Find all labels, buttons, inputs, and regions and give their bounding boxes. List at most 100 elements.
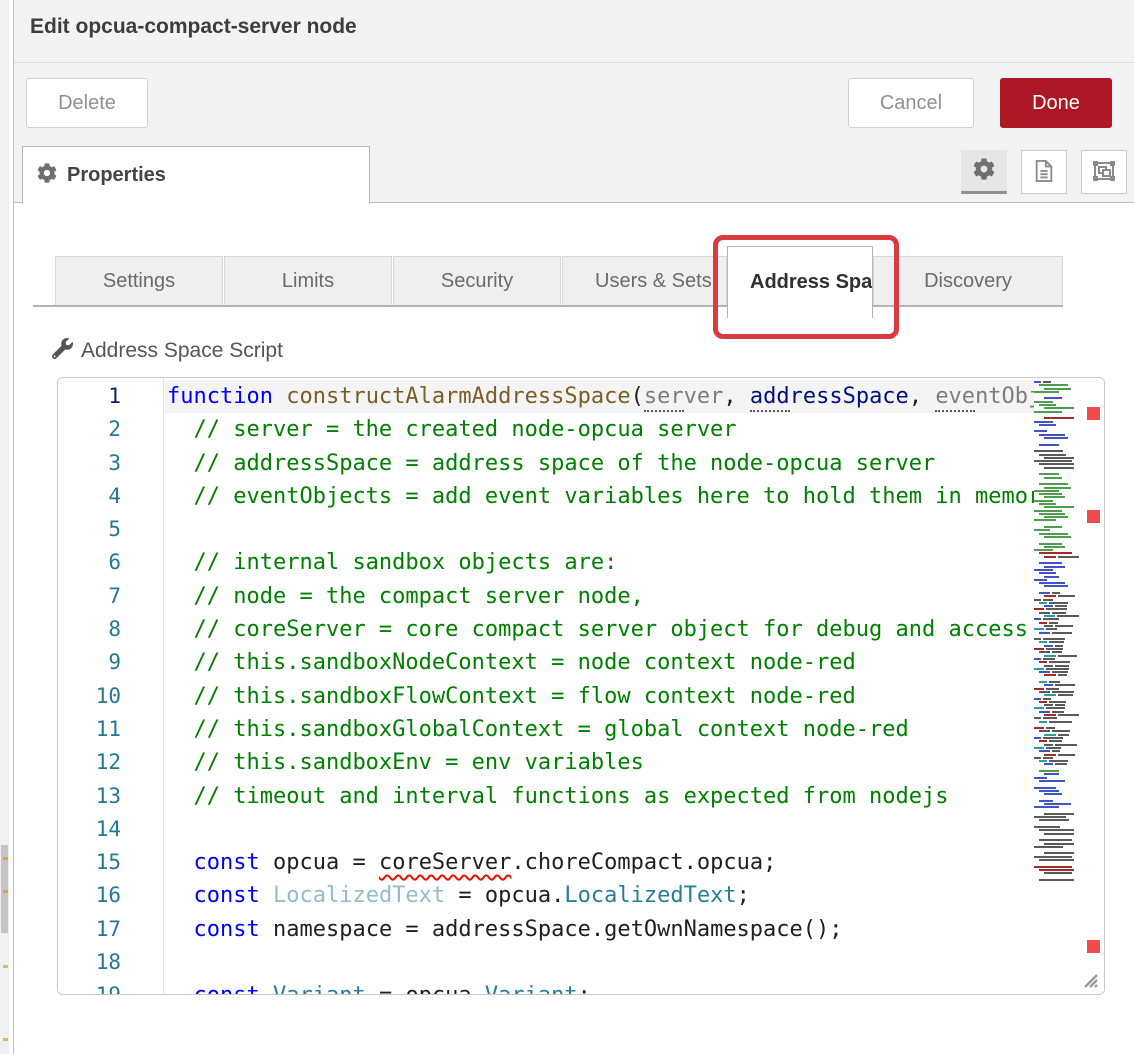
minimap-row bbox=[1034, 691, 1079, 693]
wrench-icon bbox=[52, 338, 73, 364]
gear-icon bbox=[973, 158, 995, 183]
overview-ruler[interactable] bbox=[1079, 378, 1104, 994]
minimap-row bbox=[1034, 846, 1079, 848]
appearance-icon-button[interactable] bbox=[1081, 150, 1127, 194]
minimap-row bbox=[1034, 529, 1079, 531]
description-icon-button[interactable] bbox=[1021, 150, 1067, 194]
minimap-row bbox=[1034, 833, 1079, 835]
minimap-row bbox=[1034, 688, 1079, 690]
minimap-row bbox=[1034, 450, 1079, 452]
minimap-row bbox=[1034, 704, 1079, 706]
code-line[interactable] bbox=[164, 813, 1034, 846]
code-line[interactable] bbox=[164, 946, 1034, 979]
code-line[interactable]: const Variant = opcua.Variant; bbox=[164, 979, 1034, 994]
minimap-row bbox=[1034, 780, 1079, 782]
code-line[interactable]: const namespace = addressSpace.getOwnNam… bbox=[164, 913, 1034, 946]
properties-tab-label: Properties bbox=[67, 164, 166, 187]
line-number[interactable]: 7 bbox=[58, 580, 163, 613]
minimap-row bbox=[1034, 750, 1079, 752]
code-line[interactable]: // this.sandboxNodeContext = node contex… bbox=[164, 646, 1034, 679]
tab-limits[interactable]: Limits bbox=[224, 256, 392, 305]
minimap-row bbox=[1034, 744, 1079, 746]
code-line[interactable]: const opcua = coreServer.choreCompact.op… bbox=[164, 846, 1034, 879]
line-number[interactable]: 18 bbox=[58, 946, 163, 979]
code-editor[interactable]: 12345678910111213141516171819 function c… bbox=[57, 377, 1105, 995]
minimap-row bbox=[1034, 576, 1079, 578]
minimap[interactable] bbox=[1034, 378, 1079, 994]
line-number[interactable]: 2 bbox=[58, 413, 163, 446]
minimap-row bbox=[1034, 533, 1079, 535]
minimap-row bbox=[1034, 714, 1079, 716]
minimap-row bbox=[1034, 826, 1079, 828]
code-area[interactable]: function constructAlarmAddressSpace(serv… bbox=[164, 378, 1034, 994]
line-number[interactable]: 11 bbox=[58, 713, 163, 746]
minimap-row bbox=[1034, 701, 1079, 703]
minimap-row bbox=[1034, 796, 1079, 798]
code-line[interactable]: // node = the compact server node, bbox=[164, 580, 1034, 613]
line-number[interactable]: 15 bbox=[58, 846, 163, 879]
code-line[interactable]: // coreServer = core compact server obje… bbox=[164, 613, 1034, 646]
page-scrollbar[interactable] bbox=[0, 0, 9, 1054]
minimap-row bbox=[1034, 876, 1079, 878]
code-line[interactable]: // server = the created node-opcua serve… bbox=[164, 413, 1034, 446]
code-line[interactable]: // this.sandboxFlowContext = flow contex… bbox=[164, 680, 1034, 713]
done-button[interactable]: Done bbox=[1000, 78, 1112, 128]
line-number[interactable]: 10 bbox=[58, 680, 163, 713]
tab-users-sets[interactable]: Users & Sets bbox=[562, 256, 727, 305]
code-line[interactable] bbox=[164, 513, 1034, 546]
line-number[interactable]: 17 bbox=[58, 913, 163, 946]
minimap-row bbox=[1034, 628, 1079, 630]
minimap-row bbox=[1034, 487, 1079, 489]
line-number[interactable]: 14 bbox=[58, 813, 163, 846]
minimap-row bbox=[1034, 457, 1079, 459]
code-line[interactable]: // eventObjects = add event variables he… bbox=[164, 480, 1034, 513]
minimap-row bbox=[1034, 407, 1079, 409]
cancel-button[interactable]: Cancel bbox=[848, 78, 974, 128]
minimap-row bbox=[1034, 503, 1079, 505]
resize-grip[interactable] bbox=[1079, 969, 1099, 989]
code-line[interactable]: // this.sandboxEnv = env variables bbox=[164, 746, 1034, 779]
line-number[interactable]: 6 bbox=[58, 546, 163, 579]
minimap-row bbox=[1034, 549, 1079, 551]
minimap-row bbox=[1034, 430, 1079, 432]
code-line[interactable]: const LocalizedText = opcua.LocalizedTex… bbox=[164, 879, 1034, 912]
code-line[interactable]: // timeout and interval functions as exp… bbox=[164, 780, 1034, 813]
delete-button[interactable]: Delete bbox=[26, 78, 148, 128]
code-line[interactable]: // internal sandbox objects are: bbox=[164, 546, 1034, 579]
minimap-row bbox=[1034, 483, 1079, 485]
line-number[interactable]: 5 bbox=[58, 513, 163, 546]
line-number[interactable]: 8 bbox=[58, 613, 163, 646]
minimap-row bbox=[1034, 595, 1079, 597]
minimap-row bbox=[1034, 747, 1079, 749]
minimap-row bbox=[1034, 589, 1079, 591]
minimap-row bbox=[1034, 543, 1079, 545]
header-divider bbox=[14, 62, 1134, 63]
minimap-row bbox=[1034, 661, 1079, 663]
code-line[interactable]: function constructAlarmAddressSpace(serv… bbox=[164, 380, 1034, 413]
minimap-row bbox=[1034, 444, 1079, 446]
minimap-row bbox=[1034, 417, 1079, 419]
line-number[interactable]: 9 bbox=[58, 646, 163, 679]
minimap-row bbox=[1034, 404, 1079, 406]
line-number[interactable]: 1 bbox=[58, 380, 163, 413]
line-number[interactable]: 16 bbox=[58, 879, 163, 912]
properties-icon-button[interactable] bbox=[961, 150, 1007, 194]
line-number[interactable]: 13 bbox=[58, 780, 163, 813]
editor-gutter[interactable]: 12345678910111213141516171819 bbox=[58, 378, 163, 994]
tab-discovery[interactable]: Discovery bbox=[873, 256, 1063, 305]
tab-security[interactable]: Security bbox=[393, 256, 561, 305]
tab-address-space[interactable]: Address Space bbox=[727, 246, 873, 318]
code-line[interactable]: // addressSpace = address space of the n… bbox=[164, 447, 1034, 480]
line-number[interactable]: 3 bbox=[58, 447, 163, 480]
section-label-text: Address Space Script bbox=[81, 339, 283, 363]
minimap-row bbox=[1034, 727, 1079, 729]
minimap-row bbox=[1034, 618, 1079, 620]
minimap-row bbox=[1034, 678, 1079, 680]
code-line[interactable]: // this.sandboxGlobalContext = global co… bbox=[164, 713, 1034, 746]
line-number[interactable]: 4 bbox=[58, 480, 163, 513]
minimap-row bbox=[1034, 823, 1079, 825]
line-number[interactable]: 19 bbox=[58, 979, 163, 995]
line-number[interactable]: 12 bbox=[58, 746, 163, 779]
tab-properties[interactable]: Properties bbox=[22, 146, 370, 204]
tab-settings[interactable]: Settings bbox=[55, 256, 223, 305]
